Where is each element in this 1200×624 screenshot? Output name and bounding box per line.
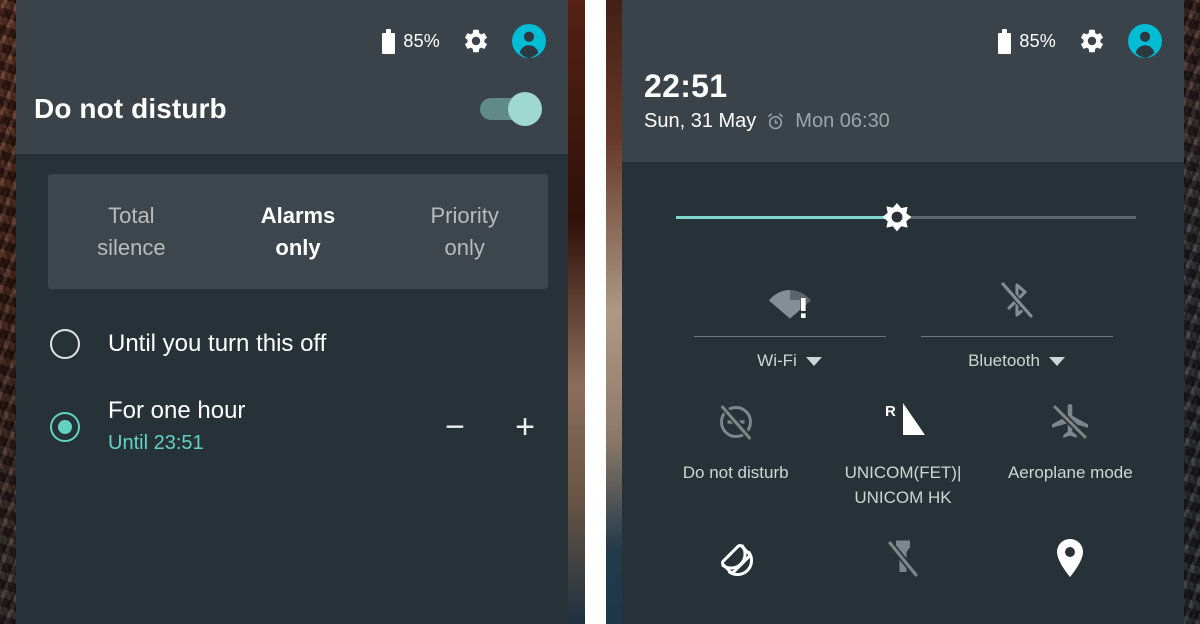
- quick-settings-panel: 85% 22:51 Sun, 31 May Mon 06:30 Wi-Fi Bl…: [622, 0, 1184, 624]
- dnd-mode-alarms-only[interactable]: Alarms only: [215, 174, 382, 289]
- connectivity-row: Wi-Fi Bluetooth: [622, 260, 1184, 371]
- quick-tile-cellular[interactable]: R UNICOM(FET)| UNICOM HK: [819, 395, 986, 510]
- battery-icon: [998, 28, 1012, 54]
- quick-tile-cellular-label: UNICOM(FET)| UNICOM HK: [845, 461, 962, 510]
- tile-divider: [920, 336, 1113, 337]
- quick-tile-aeroplane-mode[interactable]: Aeroplane mode: [987, 395, 1154, 510]
- user-avatar-icon[interactable]: [1128, 24, 1162, 58]
- battery-indicator: 85%: [998, 28, 1056, 54]
- radio-button-selected[interactable]: [50, 412, 80, 442]
- cellular-roaming-icon: R: [875, 395, 931, 449]
- screenshot-separator: [585, 0, 606, 624]
- quick-tile-aeroplane-mode-label: Aeroplane mode: [1007, 463, 1133, 482]
- current-time: 22:51: [644, 68, 728, 104]
- segment-line-2: only: [275, 234, 321, 260]
- decrease-duration-button[interactable]: −: [442, 410, 468, 444]
- alarm-clock-icon: [766, 112, 785, 131]
- duration-option-sublabel: Until 23:51: [108, 432, 204, 454]
- duration-option-text: For one hour Until 23:51: [108, 396, 442, 458]
- tile-divider: [693, 336, 886, 337]
- location-pin-icon: [1050, 532, 1090, 586]
- flashlight-off-icon: [881, 532, 925, 586]
- quick-tiles-row-1: Do not disturb R UNICOM(FET)| UNICOM HK: [622, 371, 1184, 510]
- next-alarm-label: Mon 06:30: [795, 110, 890, 132]
- quick-settings-header: 85% 22:51 Sun, 31 May Mon 06:30: [622, 0, 1184, 162]
- page-title: Do not disturb: [34, 93, 227, 124]
- clock-subline: Sun, 31 May Mon 06:30: [644, 110, 1184, 133]
- bluetooth-off-icon: [995, 266, 1039, 322]
- dnd-mode-segmented-control: Total silence Alarms only Priority only: [48, 174, 548, 289]
- gear-icon[interactable]: [1078, 27, 1106, 55]
- quick-tile-bluetooth[interactable]: Bluetooth: [903, 266, 1130, 371]
- current-date: Sun, 31 May: [644, 110, 757, 132]
- brightness-slider[interactable]: [622, 170, 1184, 260]
- dnd-panel: 85% Do not disturb Total silence Alarms …: [16, 0, 568, 624]
- quick-tile-flashlight[interactable]: [819, 532, 986, 586]
- duration-stepper-group: − +: [442, 410, 568, 444]
- segment-line-2: only: [444, 234, 485, 260]
- quick-tile-bluetooth-label-row[interactable]: Bluetooth: [968, 351, 1065, 371]
- gear-icon[interactable]: [462, 27, 490, 55]
- dnd-panel-body: 85% Do not disturb Total silence Alarms …: [16, 0, 568, 624]
- dnd-mode-priority-only[interactable]: Priority only: [381, 174, 548, 289]
- quick-tile-wifi[interactable]: Wi-Fi: [676, 266, 903, 371]
- carrier-line-1: UNICOM(FET)|: [844, 463, 962, 482]
- quick-tile-location[interactable]: [987, 532, 1154, 586]
- quick-tile-auto-rotate[interactable]: [652, 532, 819, 586]
- auto-rotate-icon: [712, 532, 760, 586]
- duration-option-label: Until you turn this off: [108, 330, 327, 357]
- brightness-fill: [676, 216, 897, 219]
- battery-level-label: 85%: [1019, 30, 1056, 51]
- chevron-down-icon[interactable]: [805, 356, 822, 366]
- duration-option-one-hour[interactable]: For one hour Until 23:51 − +: [16, 385, 568, 469]
- increase-duration-button[interactable]: +: [512, 410, 538, 444]
- chevron-down-icon[interactable]: [1048, 356, 1065, 366]
- status-bar-left: 85%: [16, 0, 568, 64]
- dnd-panel-header: 85% Do not disturb: [16, 0, 568, 154]
- clock-block: 22:51 Sun, 31 May Mon 06:30: [622, 64, 1184, 162]
- wifi-no-internet-icon: [765, 266, 815, 322]
- quick-tile-do-not-disturb[interactable]: Do not disturb: [652, 395, 819, 510]
- svg-text:R: R: [885, 403, 896, 420]
- quick-tile-wifi-label: Wi-Fi: [757, 351, 797, 370]
- segment-line-1: Priority: [430, 203, 499, 229]
- aeroplane-mode-icon: [1047, 395, 1093, 449]
- quick-settings-body: 85% 22:51 Sun, 31 May Mon 06:30 Wi-Fi Bl…: [622, 0, 1184, 624]
- quick-tile-bluetooth-label: Bluetooth: [968, 351, 1040, 370]
- carrier-line-2: UNICOM HK: [854, 487, 952, 507]
- user-avatar-icon[interactable]: [512, 24, 546, 58]
- battery-icon: [382, 28, 396, 54]
- segment-line-1: Alarms: [260, 203, 336, 229]
- dnd-toggle[interactable]: [480, 92, 542, 126]
- battery-level-label: 85%: [403, 30, 440, 51]
- quick-tile-wifi-label-row[interactable]: Wi-Fi: [757, 351, 822, 371]
- brightness-sun-icon[interactable]: [875, 195, 919, 239]
- quick-tiles-row-2: [622, 510, 1184, 586]
- segment-line-1: Total: [108, 203, 155, 229]
- duration-option-label: For one hour: [108, 397, 246, 424]
- duration-option-until-off[interactable]: Until you turn this off: [16, 309, 568, 379]
- dnd-toggle-thumb: [508, 92, 542, 126]
- duration-option-text: Until you turn this off: [108, 329, 568, 359]
- dnd-title-row: Do not disturb: [16, 64, 568, 154]
- dnd-mode-total-silence[interactable]: Total silence: [48, 174, 215, 289]
- do-not-disturb-off-icon: [714, 395, 758, 449]
- radio-button-unselected[interactable]: [50, 329, 80, 359]
- status-bar-right: 85%: [622, 0, 1184, 64]
- segment-line-2: silence: [97, 234, 166, 260]
- battery-indicator: 85%: [382, 28, 440, 54]
- quick-tile-do-not-disturb-label: Do not disturb: [682, 463, 789, 482]
